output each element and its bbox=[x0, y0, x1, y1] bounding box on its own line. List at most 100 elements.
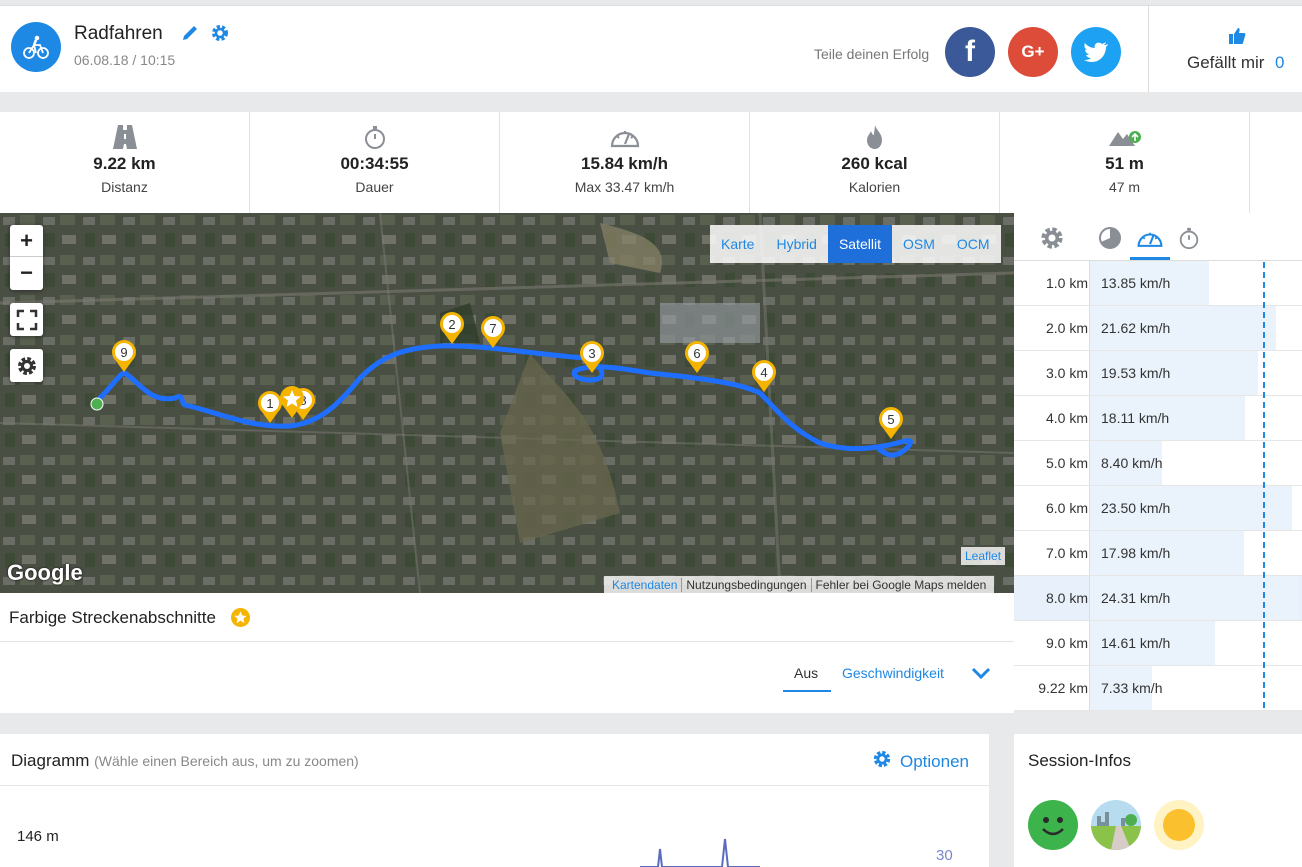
star-marker-icon[interactable] bbox=[278, 385, 306, 424]
segment-options: Aus Geschwindigkeit bbox=[0, 642, 1014, 713]
stat-distance: 9.22 km Distanz bbox=[0, 112, 250, 213]
activity-datetime: 06.08.18 / 10:15 bbox=[74, 52, 176, 68]
edit-pencil-icon[interactable] bbox=[180, 23, 200, 48]
zoom-out-button[interactable]: − bbox=[10, 257, 43, 289]
stat-value: 51 m bbox=[1105, 154, 1144, 173]
diagram-title: Diagramm (Wähle einen Bereich aus, um zu… bbox=[11, 751, 359, 771]
map-data-link[interactable]: Kartendaten bbox=[608, 577, 683, 592]
km-marker[interactable]: 5 bbox=[877, 406, 905, 445]
chevron-down-icon[interactable] bbox=[971, 666, 991, 685]
stopwatch-tab-icon[interactable] bbox=[1177, 225, 1201, 256]
sun-icon bbox=[1154, 800, 1204, 850]
stat-label: 47 m bbox=[1108, 179, 1141, 195]
split-distance: 7.0 km bbox=[1045, 545, 1088, 561]
stat-elevation: 51 m 47 m bbox=[1000, 112, 1250, 213]
stat-speed: 15.84 km/h Max 33.47 km/h bbox=[500, 112, 750, 213]
diagram-hint: (Wähle einen Bereich aus, um zu zoomen) bbox=[94, 753, 359, 769]
google-logo: Google bbox=[7, 560, 83, 585]
km-marker[interactable]: 9 bbox=[110, 339, 138, 378]
active-tab-underline bbox=[783, 690, 831, 692]
fullscreen-icon[interactable] bbox=[10, 303, 43, 336]
speedometer-icon bbox=[500, 124, 749, 152]
session-info-panel: Session-Infos bbox=[1014, 734, 1302, 867]
split-row[interactable]: 3.0 km 19.53 km/h bbox=[1014, 351, 1302, 396]
splits-tabs bbox=[1014, 213, 1302, 261]
split-speed: 7.33 km/h bbox=[1101, 680, 1163, 696]
split-row[interactable]: 9.22 km 7.33 km/h bbox=[1014, 666, 1302, 711]
leaflet-link[interactable]: Leaflet bbox=[961, 547, 1006, 565]
bicycle-icon bbox=[11, 22, 61, 72]
colored-segments-header: Farbige Streckenabschnitte bbox=[0, 593, 1014, 642]
like-label[interactable]: Gefällt mir bbox=[1187, 53, 1264, 73]
split-row[interactable]: 2.0 km 21.62 km/h bbox=[1014, 306, 1302, 351]
marker-label: 2 bbox=[448, 317, 455, 332]
split-speed: 24.31 km/h bbox=[1101, 590, 1171, 606]
options-button[interactable]: Optionen bbox=[872, 749, 969, 774]
split-row[interactable]: 6.0 km 23.50 km/h bbox=[1014, 486, 1302, 531]
flame-icon bbox=[750, 124, 999, 152]
splits-panel: 1.0 km 13.85 km/h 2.0 km 21.62 km/h 3.0 km 19… bbox=[1014, 213, 1302, 711]
route-map[interactable] bbox=[0, 213, 1014, 593]
thumbs-up-icon[interactable] bbox=[1227, 26, 1247, 51]
km-marker[interactable]: 3 bbox=[578, 340, 606, 379]
like-count: 0 bbox=[1275, 53, 1285, 72]
split-speed: 19.53 km/h bbox=[1101, 365, 1171, 381]
settings-gear-icon[interactable] bbox=[210, 23, 230, 48]
km-marker[interactable]: 4 bbox=[750, 359, 778, 398]
split-row[interactable]: 4.0 km 18.11 km/h bbox=[1014, 396, 1302, 441]
stat-calories: 260 kcal Kalorien bbox=[750, 112, 1000, 213]
split-distance: 9.22 km bbox=[1038, 680, 1088, 696]
diagram-title-text: Diagramm bbox=[11, 751, 90, 770]
map-type-ocm[interactable]: OCM bbox=[946, 225, 1001, 263]
options-gear-icon bbox=[872, 749, 892, 774]
twitter-share-button[interactable] bbox=[1071, 27, 1121, 77]
stat-duration: 00:34:55 Dauer bbox=[250, 112, 500, 213]
stat-label: Kalorien bbox=[848, 179, 901, 195]
map-type-karte[interactable]: Karte bbox=[710, 225, 765, 263]
split-distance: 3.0 km bbox=[1045, 365, 1088, 381]
split-row[interactable]: 9.0 km 14.61 km/h bbox=[1014, 621, 1302, 666]
map-type-satellit[interactable]: Satellit bbox=[827, 225, 892, 263]
terms-link[interactable]: Nutzungsbedingungen bbox=[682, 577, 812, 592]
split-speed: 23.50 km/h bbox=[1101, 500, 1171, 516]
map-type-hybrid[interactable]: Hybrid bbox=[765, 225, 827, 263]
km-marker[interactable]: 7 bbox=[479, 315, 507, 354]
map-type-osm[interactable]: OSM bbox=[892, 225, 946, 263]
speedometer-tab-icon[interactable] bbox=[1136, 226, 1164, 255]
marker-label: 5 bbox=[887, 412, 894, 427]
option-speed[interactable]: Geschwindigkeit bbox=[842, 665, 944, 681]
stat-label: Dauer bbox=[355, 179, 394, 195]
report-error-link[interactable]: Fehler bei Google Maps melden bbox=[812, 578, 991, 592]
split-distance: 6.0 km bbox=[1045, 500, 1088, 516]
marker-label: 4 bbox=[760, 365, 767, 380]
average-speed-line bbox=[1263, 262, 1265, 708]
split-distance: 8.0 km bbox=[1045, 590, 1088, 606]
stat-value: 9.22 km bbox=[93, 154, 156, 173]
zoom-control: + − bbox=[10, 225, 43, 290]
zoom-in-button[interactable]: + bbox=[10, 225, 43, 257]
map-settings-gear-icon[interactable] bbox=[10, 349, 43, 382]
facebook-share-button[interactable]: f bbox=[945, 27, 995, 77]
split-speed: 8.40 km/h bbox=[1101, 455, 1163, 471]
speed-graph-peaks[interactable] bbox=[640, 834, 760, 867]
option-off[interactable]: Aus bbox=[794, 665, 818, 681]
stat-value: 260 kcal bbox=[841, 154, 908, 173]
trail-icon bbox=[1091, 800, 1141, 850]
like-section: Gefällt mir 0 bbox=[1148, 6, 1302, 93]
splits-settings-gear-icon[interactable] bbox=[1039, 225, 1065, 256]
split-speed: 17.98 km/h bbox=[1101, 545, 1171, 561]
km-marker[interactable]: 2 bbox=[438, 311, 466, 350]
split-distance: 5.0 km bbox=[1045, 455, 1088, 471]
share-label: Teile deinen Erfolg bbox=[814, 46, 930, 62]
split-row[interactable]: 8.0 km 24.31 km/h bbox=[1014, 576, 1302, 621]
satellite-map-image bbox=[0, 213, 1014, 593]
split-row[interactable]: 7.0 km 17.98 km/h bbox=[1014, 531, 1302, 576]
km-marker[interactable]: 6 bbox=[683, 340, 711, 379]
marker-label: 6 bbox=[693, 346, 700, 361]
pace-chart-icon[interactable] bbox=[1098, 226, 1122, 255]
map-attribution: Kartendaten Nutzungsbedingungen Fehler b… bbox=[604, 576, 995, 593]
split-distance: 9.0 km bbox=[1045, 635, 1088, 651]
split-row[interactable]: 1.0 km 13.85 km/h bbox=[1014, 261, 1302, 306]
google-plus-share-button[interactable]: G+ bbox=[1008, 27, 1058, 77]
split-row[interactable]: 5.0 km 8.40 km/h bbox=[1014, 441, 1302, 486]
